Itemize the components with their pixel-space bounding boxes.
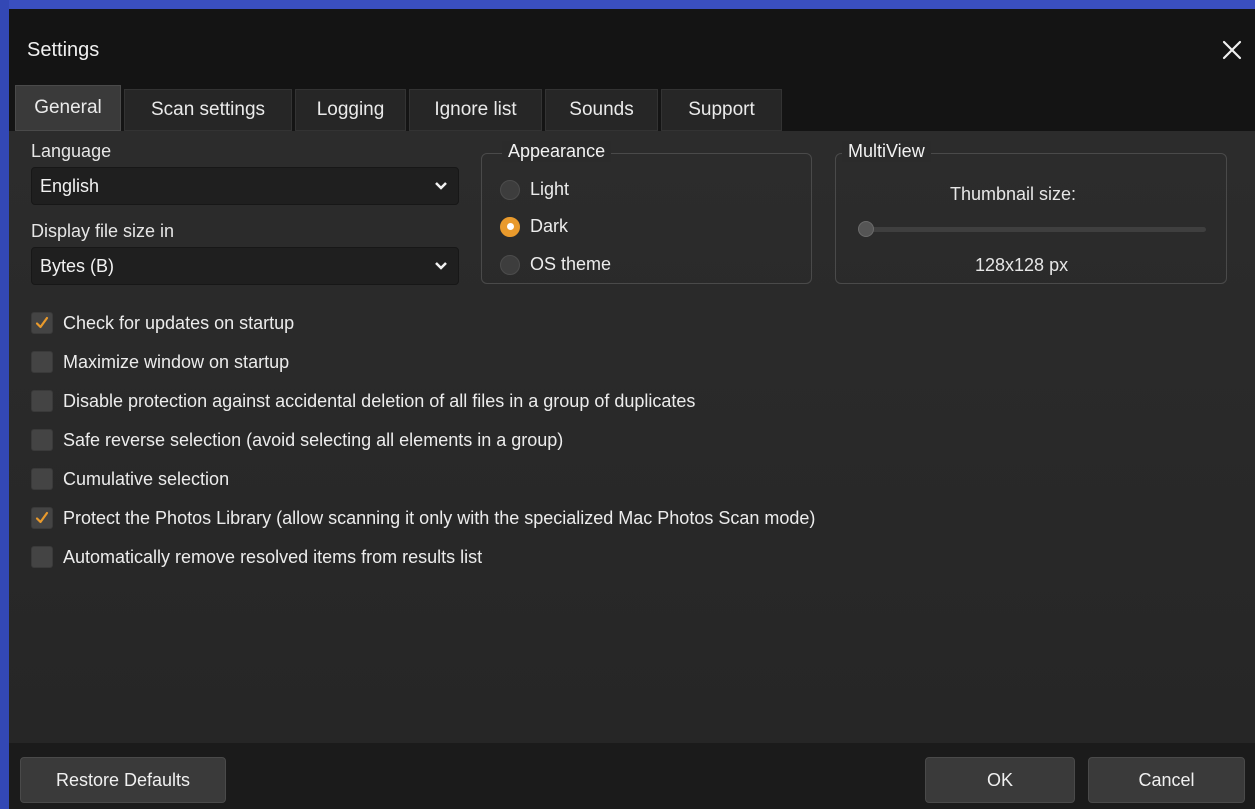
checkbox — [31, 429, 53, 451]
radio-button — [500, 179, 520, 200]
dialog-footer: Restore Defaults OK Cancel — [9, 743, 1255, 809]
checkbox — [31, 351, 53, 373]
slider-thumb[interactable] — [858, 221, 874, 237]
radio-button-selected — [500, 216, 520, 237]
checkbox-checked — [31, 312, 53, 334]
appearance-dark-radio[interactable]: Dark — [500, 216, 568, 237]
language-value: English — [40, 175, 100, 196]
appearance-group: Appearance Light Dark OS theme — [481, 141, 812, 284]
cancel-button[interactable]: Cancel — [1088, 757, 1245, 803]
checkbox — [31, 468, 53, 490]
protect-photos-library-checkbox[interactable]: Protect the Photos Library (allow scanni… — [31, 507, 815, 529]
checkbox-label: Disable protection against accidental de… — [63, 390, 696, 411]
tab-support[interactable]: Support — [661, 89, 782, 131]
thumbnail-size-value: 128x128 px — [975, 255, 1069, 275]
check-updates-checkbox[interactable]: Check for updates on startup — [31, 312, 294, 334]
chevron-down-icon — [435, 182, 447, 190]
checkbox-label: Protect the Photos Library (allow scanni… — [63, 507, 816, 528]
checkbox-label: Safe reverse selection (avoid selecting … — [63, 429, 564, 450]
file-size-label: Display file size in — [31, 221, 175, 241]
checkbox — [31, 390, 53, 412]
radio-label: Dark — [530, 216, 569, 236]
checkmark-icon — [35, 511, 49, 524]
radio-label: OS theme — [530, 254, 612, 274]
ok-button[interactable]: OK — [925, 757, 1075, 803]
tab-logging[interactable]: Logging — [295, 89, 406, 131]
checkbox-label: Cumulative selection — [63, 468, 230, 489]
tab-bar: General Scan settings Logging Ignore lis… — [9, 81, 1255, 131]
title-bar: Settings — [9, 9, 1255, 81]
disable-protection-checkbox[interactable]: Disable protection against accidental de… — [31, 390, 695, 412]
tab-sounds[interactable]: Sounds — [545, 89, 658, 131]
radio-label: Light — [530, 179, 570, 199]
checkbox — [31, 546, 53, 568]
checkbox-label: Maximize window on startup — [63, 351, 290, 372]
tab-scan-settings[interactable]: Scan settings — [124, 89, 292, 131]
file-size-select[interactable]: Bytes (B) — [31, 247, 459, 285]
maximize-window-checkbox[interactable]: Maximize window on startup — [31, 351, 289, 373]
checkbox-label: Automatically remove resolved items from… — [63, 546, 483, 567]
multiview-title: MultiView — [842, 141, 931, 162]
multiview-group: MultiView Thumbnail size: 128x128 px — [835, 141, 1227, 284]
cumulative-selection-checkbox[interactable]: Cumulative selection — [31, 468, 229, 490]
thumbnail-size-slider[interactable] — [858, 221, 1206, 237]
appearance-light-radio[interactable]: Light — [500, 179, 569, 200]
window-frame-top — [0, 0, 1255, 9]
general-panel: Language English Display file size in By… — [9, 131, 1255, 743]
language-label: Language — [31, 141, 112, 161]
checkbox-checked — [31, 507, 53, 529]
restore-defaults-button[interactable]: Restore Defaults — [20, 757, 226, 803]
dialog-title: Settings — [27, 39, 100, 61]
close-button[interactable] — [1217, 35, 1247, 65]
window-frame-left — [0, 0, 9, 809]
tab-general[interactable]: General — [15, 85, 121, 131]
appearance-os-theme-radio[interactable]: OS theme — [500, 254, 611, 275]
safe-reverse-selection-checkbox[interactable]: Safe reverse selection (avoid selecting … — [31, 429, 563, 451]
checkmark-icon — [35, 316, 49, 329]
file-size-value: Bytes (B) — [40, 255, 115, 276]
auto-remove-resolved-checkbox[interactable]: Automatically remove resolved items from… — [31, 546, 482, 568]
radio-button — [500, 254, 520, 275]
chevron-down-icon — [435, 262, 447, 270]
tab-ignore-list[interactable]: Ignore list — [409, 89, 542, 131]
close-icon — [1222, 40, 1242, 60]
appearance-title: Appearance — [502, 141, 612, 162]
thumbnail-size-label: Thumbnail size: — [950, 184, 1077, 204]
language-select[interactable]: English — [31, 167, 459, 205]
settings-dialog: Settings General Scan settings Logging I… — [9, 9, 1255, 809]
checkbox-label: Check for updates on startup — [63, 312, 295, 333]
